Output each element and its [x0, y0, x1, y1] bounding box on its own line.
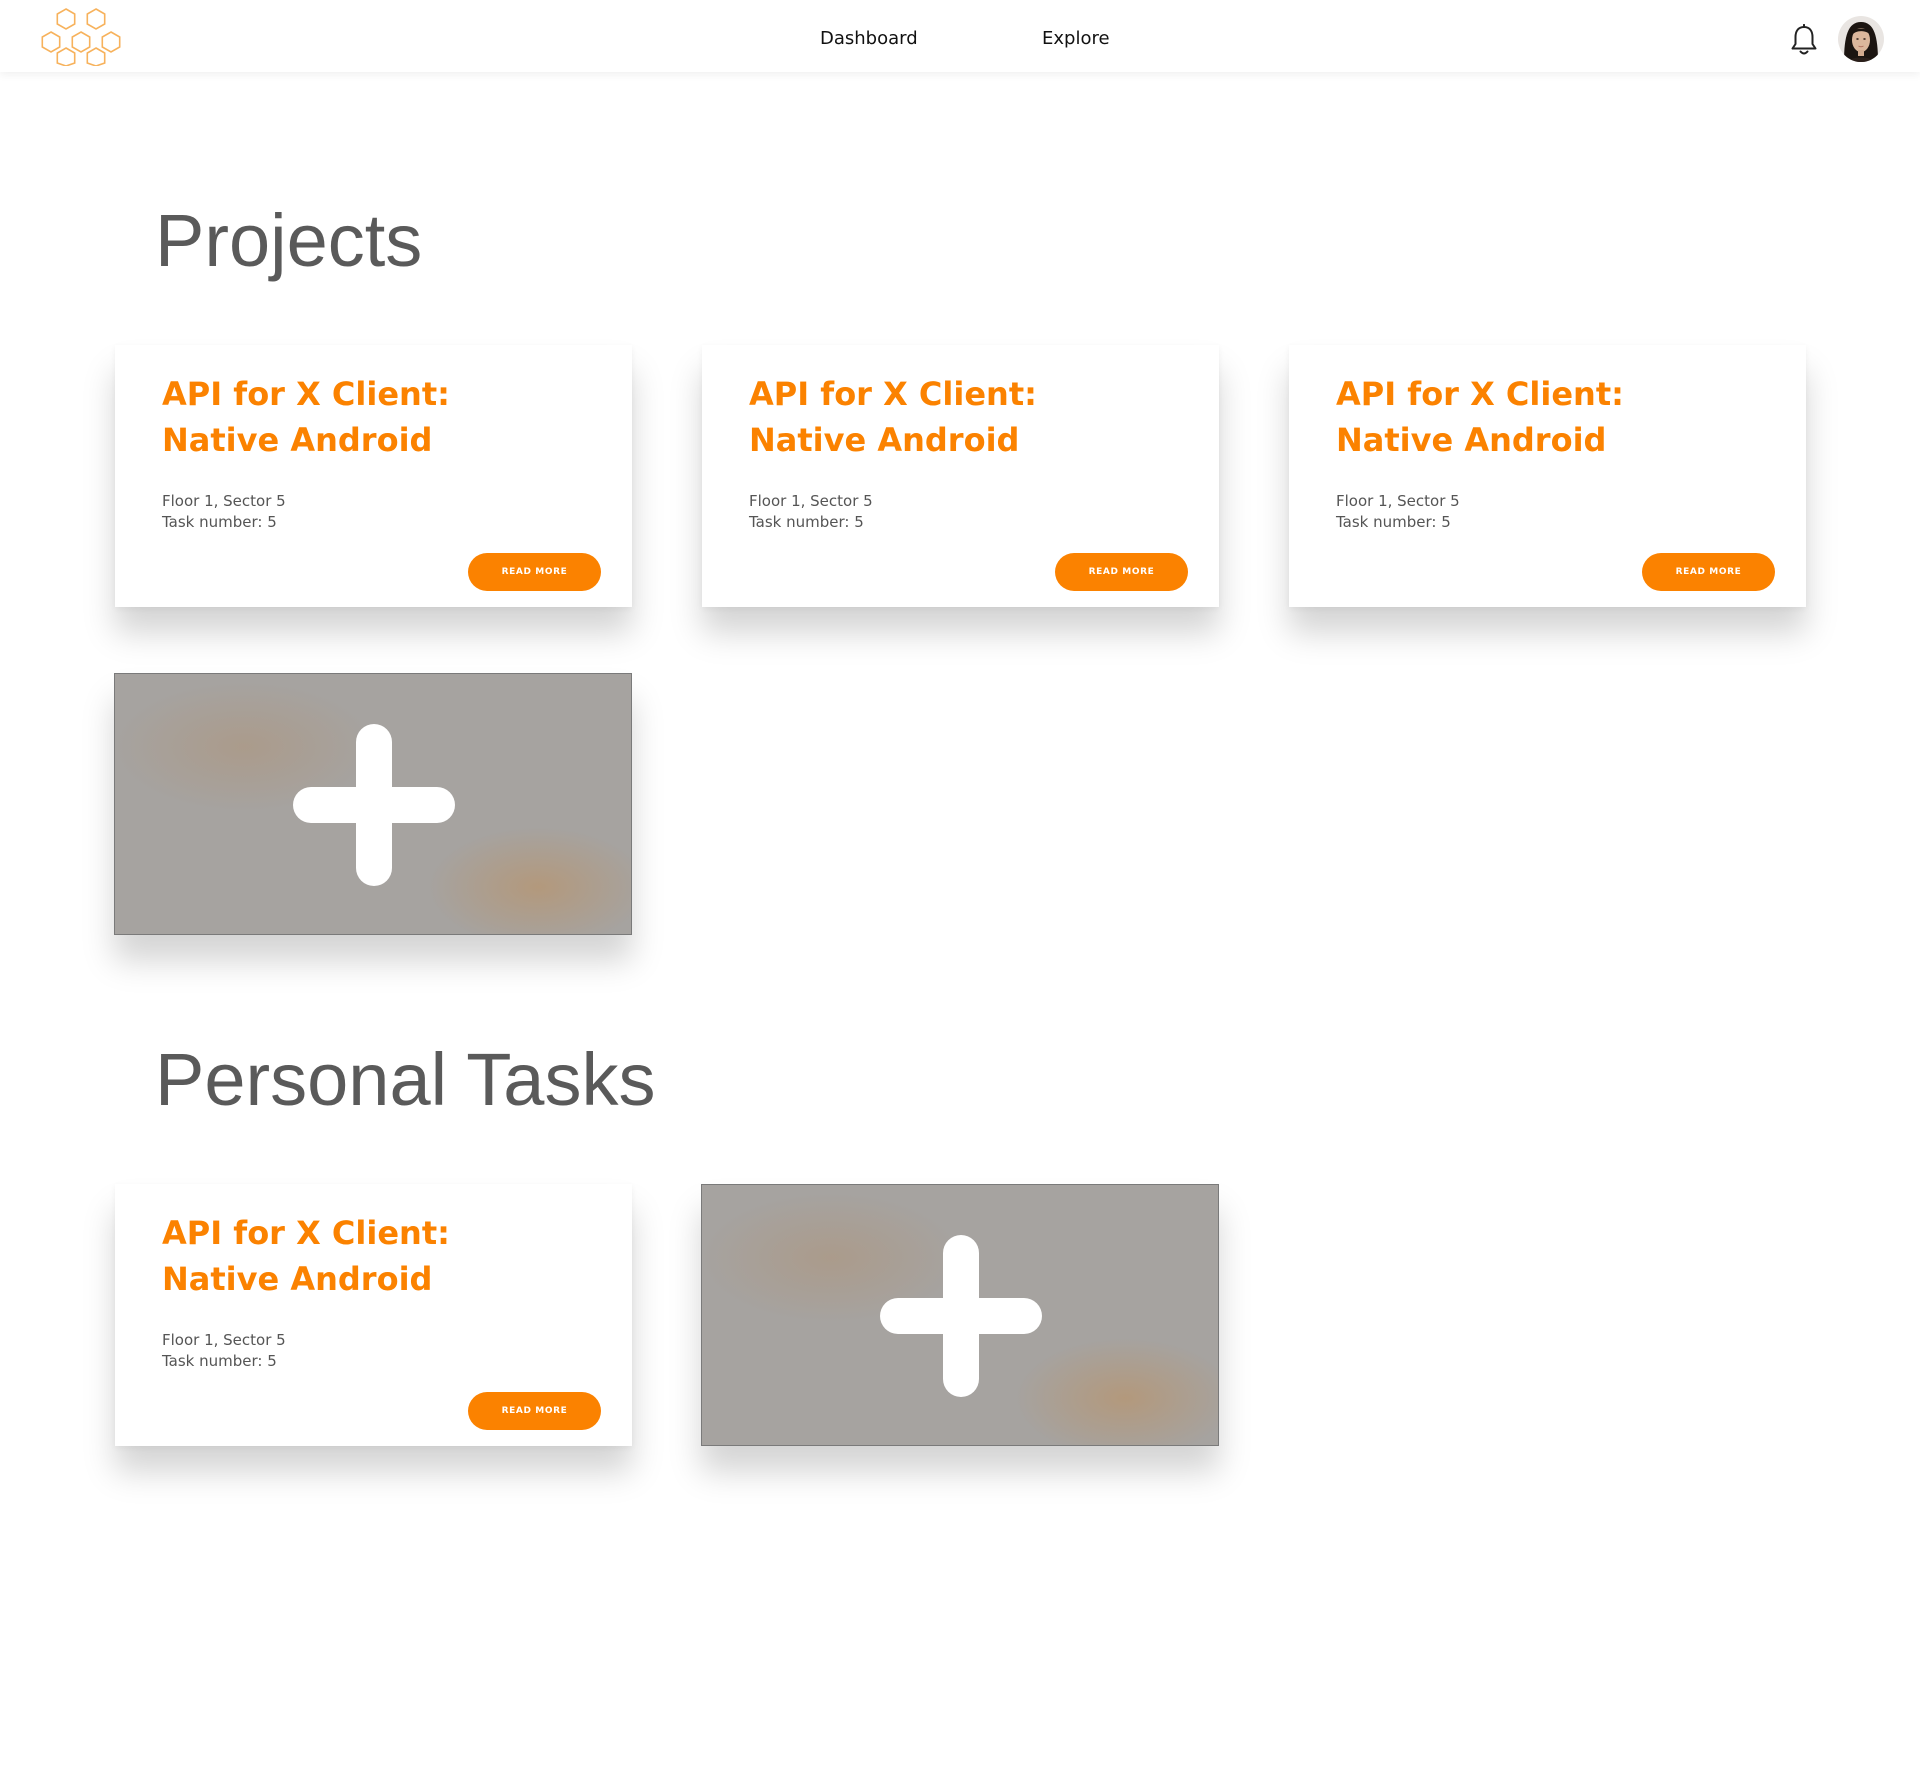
- plus-icon: [880, 1235, 1042, 1397]
- card-location: Floor 1, Sector 5: [1336, 492, 1460, 510]
- read-more-button[interactable]: READ MORE: [468, 553, 601, 591]
- card-location: Floor 1, Sector 5: [162, 1331, 286, 1349]
- read-more-button[interactable]: READ MORE: [468, 1392, 601, 1430]
- card-details: Floor 1, Sector 5 Task number: 5: [162, 1330, 286, 1372]
- personal-task-card: API for X Client: Native Android Floor 1…: [115, 1184, 632, 1446]
- card-details: Floor 1, Sector 5 Task number: 5: [162, 491, 286, 533]
- add-project-tile[interactable]: [114, 673, 632, 935]
- card-task-number: Task number: 5: [749, 513, 864, 531]
- card-task-number: Task number: 5: [162, 513, 277, 531]
- card-details: Floor 1, Sector 5 Task number: 5: [1336, 491, 1460, 533]
- card-title: API for X Client: Native Android: [162, 375, 450, 459]
- nav-link-dashboard[interactable]: Dashboard: [820, 28, 918, 49]
- bell-icon[interactable]: [1790, 24, 1818, 58]
- top-navbar: Dashboard Explore: [0, 0, 1920, 72]
- card-details: Floor 1, Sector 5 Task number: 5: [749, 491, 873, 533]
- nav-link-explore[interactable]: Explore: [1042, 28, 1110, 49]
- add-personal-task-tile[interactable]: [701, 1184, 1219, 1446]
- card-task-number: Task number: 5: [162, 1352, 277, 1370]
- project-card: API for X Client: Native Android Floor 1…: [702, 345, 1219, 607]
- read-more-button[interactable]: READ MORE: [1642, 553, 1775, 591]
- card-title: API for X Client: Native Android: [162, 1214, 450, 1298]
- read-more-button[interactable]: READ MORE: [1055, 553, 1188, 591]
- project-card: API for X Client: Native Android Floor 1…: [1289, 345, 1806, 607]
- card-task-number: Task number: 5: [1336, 513, 1451, 531]
- section-title-personal-tasks: Personal Tasks: [155, 1038, 656, 1121]
- section-title-projects: Projects: [155, 199, 423, 282]
- honeycomb-logo-icon[interactable]: [36, 6, 130, 66]
- card-title: API for X Client: Native Android: [1336, 375, 1624, 459]
- plus-icon: [293, 724, 455, 886]
- project-card: API for X Client: Native Android Floor 1…: [115, 345, 632, 607]
- card-location: Floor 1, Sector 5: [162, 492, 286, 510]
- card-location: Floor 1, Sector 5: [749, 492, 873, 510]
- card-title: API for X Client: Native Android: [749, 375, 1037, 459]
- user-avatar[interactable]: [1838, 16, 1884, 62]
